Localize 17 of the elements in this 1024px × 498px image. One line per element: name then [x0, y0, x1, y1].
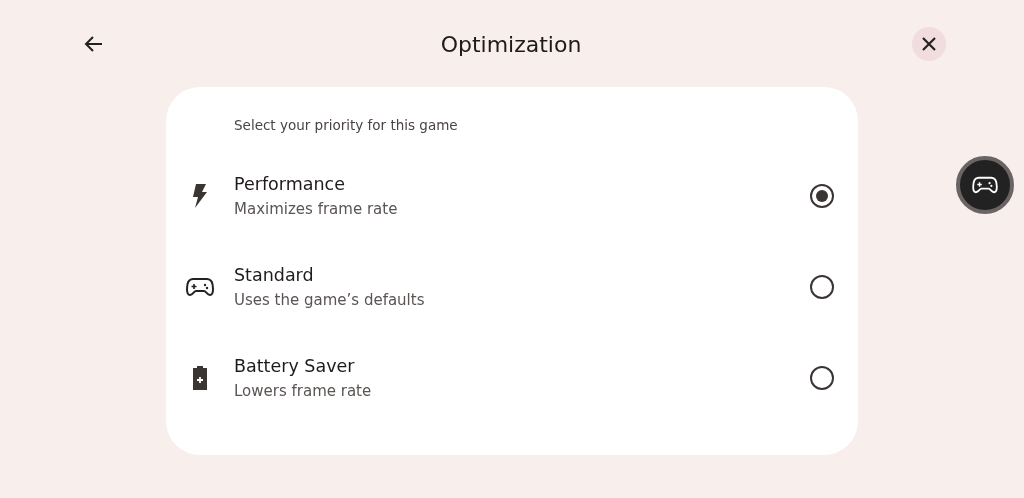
radio-button[interactable] [810, 183, 834, 208]
gamepad-icon [972, 175, 998, 195]
radio-button[interactable] [810, 365, 834, 390]
option-description: Maximizes frame rate [234, 199, 399, 218]
option-label: Standard [234, 264, 315, 285]
page-title: Optimization [440, 31, 582, 57]
lightning-icon [193, 183, 207, 208]
option-label: Battery Saver [234, 355, 356, 376]
battery-icon [193, 365, 207, 390]
option-description: Lowers frame rate [234, 381, 373, 400]
game-dashboard-button[interactable] [956, 156, 1014, 214]
gamepad-icon [186, 275, 214, 298]
option-description: Uses the game’s defaults [234, 290, 426, 309]
card-heading: Select your priority for this game [234, 117, 459, 133]
close-button[interactable] [912, 27, 946, 61]
option-label: Performance [234, 173, 346, 194]
radio-button[interactable] [810, 274, 834, 299]
